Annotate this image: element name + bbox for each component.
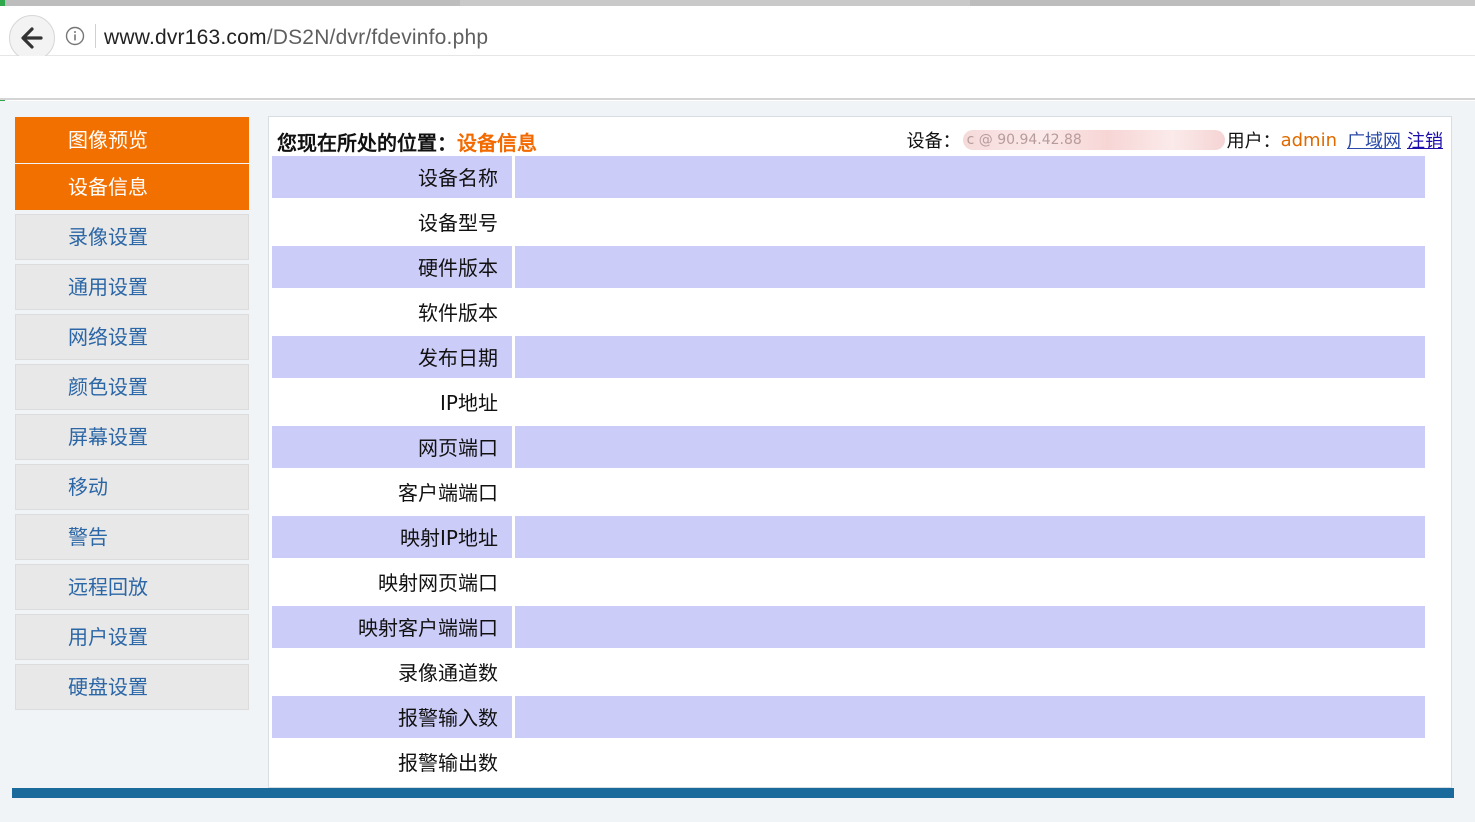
sidebar-item-recording-settings[interactable]: 录像设置 [15,214,249,260]
breadcrumb-current: 设备信息 [457,131,537,155]
sidebar-item-device-info[interactable]: 设备信息 [15,164,249,210]
row-value [515,741,1425,783]
footer-bar [12,788,1454,798]
row-value [515,381,1425,423]
row-label: 客户端端口 [398,481,498,505]
breadcrumb-prefix: 您现在所处的位置： [277,131,457,155]
row-value [515,516,1425,558]
sidebar-item-screen-settings[interactable]: 屏幕设置 [15,414,249,460]
row-label: 网页端口 [272,426,512,468]
address-bar: www.dvr163.com/DS2N/dvr/fdevinfo.php [0,6,1475,61]
user-name: admin [1280,129,1337,151]
row-label: 发布日期 [272,336,512,378]
table-row: 映射IP地址 [272,516,1425,558]
table-row: 设备型号 [272,201,1425,243]
row-value [515,291,1425,333]
row-label: 报警输入数 [272,696,512,738]
address-divider [95,24,96,48]
table-row: 设备名称 [272,156,1425,198]
row-label: 报警输出数 [398,751,498,775]
main-content-panel: 您现在所处的位置：设备信息 设备： c @ 90.94.42.88 用户： ad… [268,116,1452,788]
row-label: IP地址 [440,391,498,415]
row-value [515,246,1425,288]
table-row: 硬件版本 [272,246,1425,288]
sidebar-item-user-settings[interactable]: 用户设置 [15,614,249,660]
sidebar-item-alarm[interactable]: 警告 [15,514,249,560]
row-value [515,606,1425,648]
site-info-icon[interactable] [65,26,85,46]
device-label: 设备： [906,131,961,152]
sidebar-item-remote-playback[interactable]: 远程回放 [15,564,249,610]
browser-toolbar-area [0,56,1475,100]
table-row: 报警输出数 [272,741,1425,783]
session-info: 设备： c @ 90.94.42.88 用户： admin 广域网 注销 [907,127,1443,153]
sidebar-nav: 图像预览 设备信息 录像设置 通用设置 网络设置 颜色设置 屏幕设置 移动 警告… [15,117,249,714]
table-row: 报警输入数 [272,696,1425,738]
row-value [515,651,1425,693]
device-value-redacted: c @ 90.94.42.88 [962,130,1225,150]
url-field[interactable]: www.dvr163.com/DS2N/dvr/fdevinfo.php [104,26,488,50]
row-label: 软件版本 [418,301,498,325]
page-body: 图像预览 设备信息 录像设置 通用设置 网络设置 颜色设置 屏幕设置 移动 警告… [0,101,1475,822]
row-label: 硬件版本 [272,246,512,288]
url-host: www.dvr163.com [104,26,267,49]
table-row: IP地址 [272,381,1425,423]
table-row: 录像通道数 [272,651,1425,693]
row-label: 设备型号 [418,211,498,235]
row-value [515,561,1425,603]
row-value [515,201,1425,243]
sidebar-item-general-settings[interactable]: 通用设置 [15,264,249,310]
back-button[interactable] [9,15,55,61]
sidebar-item-color-settings[interactable]: 颜色设置 [15,364,249,410]
logout-link[interactable]: 注销 [1407,127,1443,153]
row-label: 映射IP地址 [272,516,512,558]
url-path: /DS2N/dvr/fdevinfo.php [266,26,489,49]
row-label: 设备名称 [272,156,512,198]
row-value [515,696,1425,738]
device-info-table: 设备名称 设备型号 硬件版本 软件版本 发布日期 IP地址 网页端口 客户端端口… [272,156,1425,786]
breadcrumb: 您现在所处的位置：设备信息 [277,127,537,156]
table-row: 软件版本 [272,291,1425,333]
user-label: 用户： [1226,131,1281,152]
table-row: 映射客户端端口 [272,606,1425,648]
wan-link[interactable]: 广域网 [1347,127,1401,153]
table-row: 客户端端口 [272,471,1425,513]
row-value [515,426,1425,468]
row-label: 录像通道数 [398,661,498,685]
sidebar-item-disk-settings[interactable]: 硬盘设置 [15,664,249,710]
row-value [515,471,1425,513]
sidebar-item-motion[interactable]: 移动 [15,464,249,510]
table-row: 发布日期 [272,336,1425,378]
row-value [515,156,1425,198]
table-row: 网页端口 [272,426,1425,468]
row-value [515,336,1425,378]
sidebar-item-network-settings[interactable]: 网络设置 [15,314,249,360]
row-label: 映射客户端端口 [272,606,512,648]
table-row: 映射网页端口 [272,561,1425,603]
row-label: 映射网页端口 [378,571,498,595]
sidebar-item-image-preview[interactable]: 图像预览 [15,117,249,163]
back-arrow-icon [21,27,43,49]
